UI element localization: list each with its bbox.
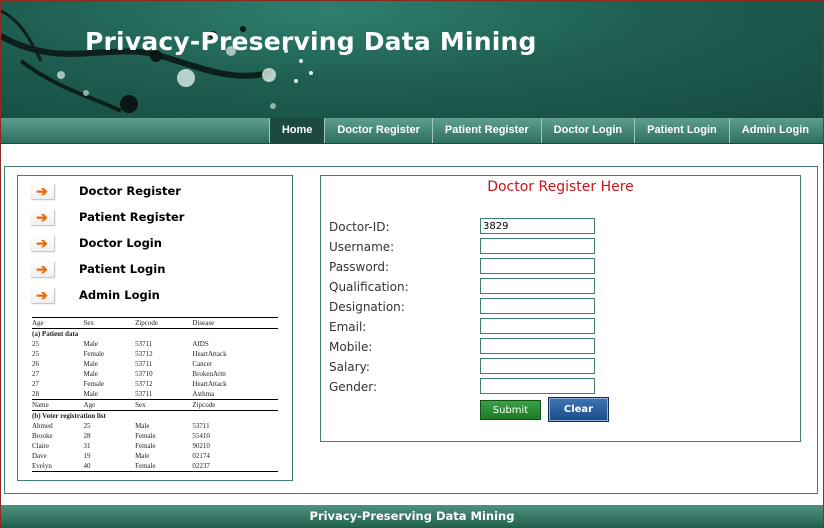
- table-row: 28 Male 53711 Asthma: [32, 390, 215, 398]
- form-row-qualification: Qualification:: [329, 278, 799, 296]
- footer-text: Privacy-Preserving Data Mining: [309, 509, 515, 523]
- sidebar: ➔ Doctor Register ➔ Patient Register ➔ D…: [17, 175, 293, 481]
- field-label: Password:: [329, 260, 390, 274]
- form-row-email: Email:: [329, 318, 799, 336]
- gender-field[interactable]: [480, 378, 595, 394]
- form-row-mobile: Mobile:: [329, 338, 799, 356]
- nav-admin-login[interactable]: Admin Login: [728, 118, 821, 143]
- nav-home[interactable]: Home: [268, 118, 325, 143]
- arrow-right-icon: ➔: [30, 287, 54, 303]
- field-label: Qualification:: [329, 280, 409, 294]
- field-label: Doctor-ID:: [329, 220, 390, 234]
- table-header-row: Age Sex Zipcode Disease: [32, 317, 278, 329]
- field-label: Gender:: [329, 380, 378, 394]
- header-banner: Privacy-Preserving Data Mining: [1, 1, 823, 119]
- table-row: 25 Male 53711 AIDS: [32, 340, 209, 348]
- decorative-vine-graphic: [1, 9, 313, 113]
- password-field[interactable]: [480, 258, 595, 274]
- doctor-register-panel: Doctor Register Here Doctor-ID: Username…: [320, 175, 801, 442]
- table-row: Evelyn 40 Female 02237: [32, 461, 278, 472]
- form-title: Doctor Register Here: [487, 179, 634, 195]
- email-field[interactable]: [480, 318, 595, 334]
- qualification-field[interactable]: [480, 278, 595, 294]
- sidebar-item-admin-login[interactable]: ➔ Admin Login: [30, 285, 160, 305]
- table-row: 25 Female 53712 HeartAttack: [32, 350, 227, 358]
- table-row: Ahmed 25 Male 53711: [32, 422, 210, 430]
- footer-bar: Privacy-Preserving Data Mining: [1, 505, 823, 527]
- submit-button[interactable]: Submit: [480, 400, 541, 420]
- mobile-field[interactable]: [480, 338, 595, 354]
- top-nav-bar: Home Doctor Register Patient Register Do…: [1, 118, 823, 144]
- site-title: Privacy-Preserving Data Mining: [85, 27, 537, 56]
- sidebar-item-doctor-login[interactable]: ➔ Doctor Login: [30, 233, 162, 253]
- form-row-designation: Designation:: [329, 298, 799, 316]
- salary-field[interactable]: [480, 358, 595, 374]
- table-row: 27 Female 53712 HeartAttack: [32, 380, 227, 388]
- sidebar-item-patient-login[interactable]: ➔ Patient Login: [30, 259, 165, 279]
- arrow-right-icon: ➔: [30, 209, 54, 225]
- sidebar-item-label: Admin Login: [79, 288, 160, 302]
- nav-patient-login[interactable]: Patient Login: [634, 118, 729, 143]
- sidebar-item-patient-register[interactable]: ➔ Patient Register: [30, 207, 184, 227]
- sidebar-item-label: Patient Login: [79, 262, 166, 276]
- username-field[interactable]: [480, 238, 595, 254]
- doctor-id-field[interactable]: [480, 218, 595, 234]
- designation-field[interactable]: [480, 298, 595, 314]
- table-header-row: Name Age Sex Zipcode: [32, 399, 278, 411]
- arrow-right-icon: ➔: [30, 235, 54, 251]
- form-row-gender: Gender:: [329, 378, 799, 396]
- sidebar-item-label: Doctor Login: [79, 236, 162, 250]
- sidebar-item-label: Doctor Register: [79, 184, 181, 198]
- field-label: Designation:: [329, 300, 405, 314]
- table-row: Brooke 28 Female 55410: [32, 432, 210, 440]
- nav-patient-register[interactable]: Patient Register: [431, 118, 541, 143]
- field-label: Username:: [329, 240, 395, 254]
- field-label: Mobile:: [329, 340, 373, 354]
- arrow-right-icon: ➔: [30, 261, 54, 277]
- clear-button[interactable]: Clear: [548, 397, 609, 422]
- form-row-salary: Salary:: [329, 358, 799, 376]
- table-row: 27 Male 53710 BrokenArm: [32, 370, 226, 378]
- table-caption: (a) Patient data: [32, 330, 79, 338]
- table-row: 26 Male 53711 Cancer: [32, 360, 213, 368]
- form-row-doctor-id: Doctor-ID:: [329, 218, 799, 236]
- arrow-right-icon: ➔: [30, 183, 54, 199]
- table-row: Dave 19 Male 02174: [32, 452, 210, 460]
- table-row: Claire 31 Female 90210: [32, 442, 210, 450]
- form-row-username: Username:: [329, 238, 799, 256]
- nav-doctor-register[interactable]: Doctor Register: [324, 118, 432, 143]
- form-row-password: Password:: [329, 258, 799, 276]
- anonymization-example-table: Age Sex Zipcode Disease (a) Patient data…: [32, 317, 278, 472]
- field-label: Salary:: [329, 360, 370, 374]
- field-label: Email:: [329, 320, 367, 334]
- sidebar-item-label: Patient Register: [79, 210, 185, 224]
- table-caption: (b) Voter registration list: [32, 412, 106, 420]
- nav-doctor-login[interactable]: Doctor Login: [540, 118, 634, 143]
- sidebar-item-doctor-register[interactable]: ➔ Doctor Register: [30, 181, 181, 201]
